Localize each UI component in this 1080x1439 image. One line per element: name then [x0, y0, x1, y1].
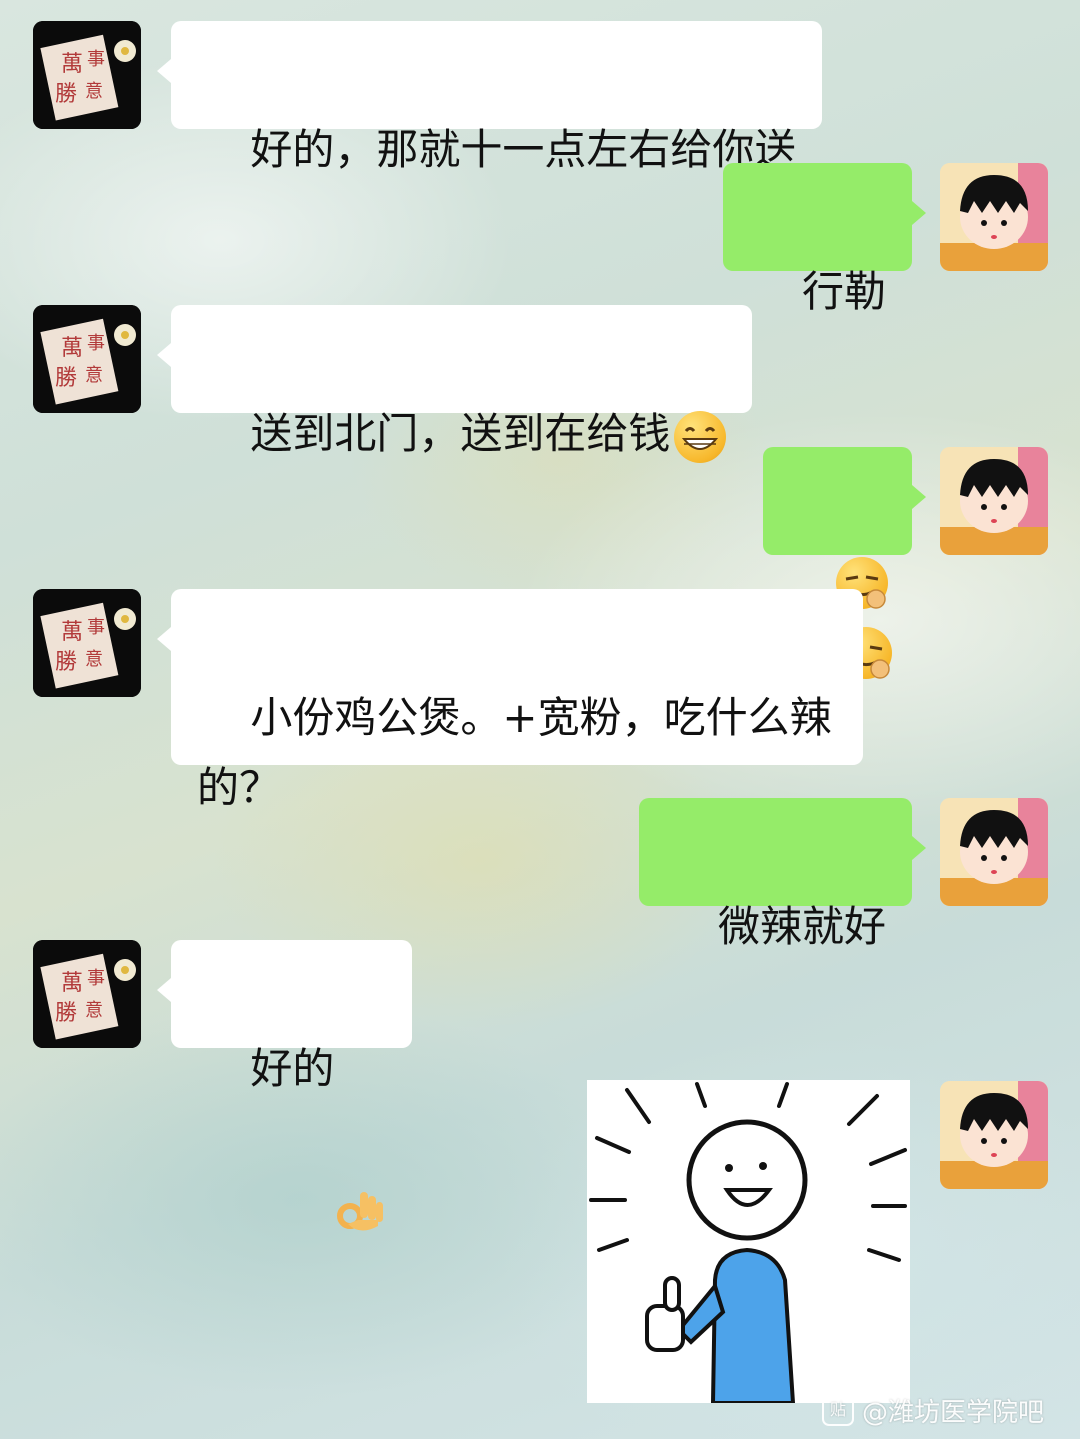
my-avatar[interactable]: [940, 447, 1048, 555]
calligraphy-card-icon: 萬 事 勝 意: [33, 940, 141, 1048]
contact-avatar[interactable]: 萬 事 勝 意: [33, 305, 141, 413]
grinning-face-emoji-icon: [674, 410, 727, 463]
cartoon-girl-avatar-icon: [940, 1081, 1048, 1189]
message-text: 好的，那就十一点左右给你送: [250, 125, 797, 174]
contact-avatar[interactable]: 萬 事 勝 意: [33, 21, 141, 129]
watermark: 贴 @潍坊医学院吧: [822, 1392, 1044, 1428]
message-text: 送到北门，送到在给钱: [250, 409, 671, 458]
message-text: 好的: [250, 1044, 335, 1093]
avatar-char: 勝: [55, 82, 77, 107]
avatar-char: 萬: [61, 52, 83, 77]
avatar-char: 意: [85, 365, 103, 386]
calligraphy-card-icon: 萬 事 勝 意: [33, 305, 141, 413]
message-text: 小份鸡公煲。+宽粉，吃什么辣 的？: [197, 693, 832, 812]
avatar-char: 勝: [55, 366, 77, 391]
thumbs-up-sticker-icon: [589, 1082, 907, 1405]
avatar-char: 事: [87, 333, 105, 354]
message-bubble[interactable]: 好的，那就十一点左右给你送: [156, 21, 823, 174]
message-text: 微辣就好: [717, 902, 886, 951]
avatar-char: 事: [87, 968, 105, 989]
cartoon-girl-avatar-icon: [940, 447, 1048, 555]
message-bubble[interactable]: 小份鸡公煲。+宽粉，吃什么辣 的？: [157, 589, 863, 812]
contact-avatar[interactable]: 萬 事 勝 意: [33, 589, 141, 697]
contact-avatar[interactable]: 萬 事 勝 意: [33, 940, 141, 1048]
cartoon-girl-avatar-icon: [940, 163, 1048, 271]
avatar-char: 勝: [55, 650, 77, 675]
ok-hand-emoji-icon: [334, 1046, 386, 1231]
message-bubble[interactable]: [762, 447, 927, 679]
avatar-char: 勝: [55, 1001, 77, 1026]
my-avatar[interactable]: [940, 798, 1048, 906]
avatar-char: 萬: [61, 971, 83, 996]
message-bubble[interactable]: 送到北门，送到在给钱: [156, 305, 753, 463]
message-text: 行勒: [801, 267, 886, 316]
thumbs-up-stickman-sticker[interactable]: [587, 1080, 910, 1405]
avatar-char: 意: [85, 649, 103, 670]
message-bubble[interactable]: 好的: [156, 940, 413, 1231]
calligraphy-card-icon: 萬 事 勝 意: [33, 21, 141, 129]
my-avatar[interactable]: [940, 1081, 1048, 1189]
avatar-char: 萬: [61, 620, 83, 645]
avatar-char: 事: [87, 49, 105, 70]
calligraphy-card-icon: 萬 事 勝 意: [33, 589, 141, 697]
avatar-char: 事: [87, 617, 105, 638]
avatar-char: 萬: [61, 336, 83, 361]
tieba-logo-icon: 贴: [822, 1394, 854, 1426]
my-avatar[interactable]: [940, 163, 1048, 271]
message-bubble[interactable]: 行勒: [722, 163, 927, 316]
avatar-char: 意: [85, 1000, 103, 1021]
message-bubble[interactable]: 微辣就好: [638, 798, 927, 951]
watermark-text: @潍坊医学院吧: [862, 1397, 1045, 1428]
cartoon-girl-avatar-icon: [940, 798, 1048, 906]
avatar-char: 意: [85, 81, 103, 102]
